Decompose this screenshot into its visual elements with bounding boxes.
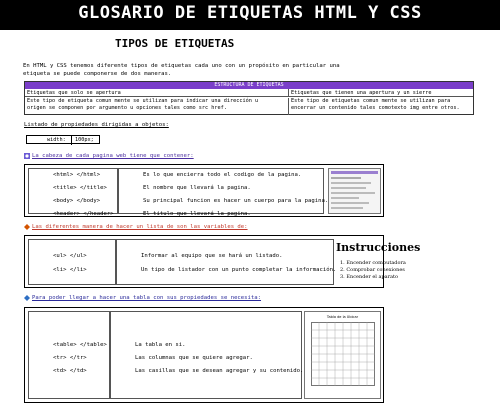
grid-table-image xyxy=(311,322,375,386)
head-tag-title: <title> </title> xyxy=(53,185,107,191)
table-desc-column: La tabla en si. Las columnas que se quie… xyxy=(110,311,304,399)
width-divider xyxy=(71,136,72,145)
structure-table-titles: Etiquetas que solo se apertura Etiquetas… xyxy=(25,89,473,97)
col2-desc: Este tipo de etiquetas comun mente se ut… xyxy=(289,98,473,115)
instruction-item-1: 1. Encender computadora xyxy=(340,260,406,266)
diamond-icon xyxy=(24,224,30,230)
table-thumb-caption: Tabla de la Ubicar xyxy=(326,315,359,319)
intro-line-1: En HTML y CSS tenemos diferente tipos de… xyxy=(23,63,340,69)
col2-desc-line-1: Este tipo de etiquetas comun mente se ut… xyxy=(291,98,451,104)
intro-line-2: etiqueta se puede componerse de dos mane… xyxy=(23,71,172,77)
instruction-item-2: 2. Comprobar conexiones xyxy=(340,267,405,273)
col1-desc-line-1: Este tipo de etiqueta comun mente se uti… xyxy=(27,98,259,104)
head-table: <html> </html> <title> </title> <body> <… xyxy=(24,164,384,217)
head-tag-body: <body> </body> xyxy=(53,198,101,204)
diamond-icon xyxy=(24,295,30,301)
list-tag-li: <li> </li> xyxy=(53,267,87,273)
head-desc-title: El nombre que llevará la pagina. xyxy=(143,185,251,191)
page-header: GLOSARIO DE ETIQUETAS HTML Y CSS xyxy=(0,0,500,30)
table-link[interactable]: Para poder llegar a hacer una tabla con … xyxy=(32,295,261,301)
table-props-table: <table> </table> <tr> </tr> <td> </td> L… xyxy=(24,307,384,403)
col1-desc: Este tipo de etiqueta comun mente se uti… xyxy=(25,98,289,115)
head-desc-html: Es lo que encierra todo el codigo de la … xyxy=(143,172,302,178)
table-tag-td: <td> </td> xyxy=(53,368,87,374)
instruction-item-3: 3. Encender el aparato xyxy=(340,274,399,280)
col1-desc-line-2: origen se componen por argumento u opcio… xyxy=(27,105,227,111)
section-title: TIPOS DE ETIQUETAS xyxy=(115,37,235,50)
instructions-panel: Instrucciones 1. Encender computadora 2.… xyxy=(336,238,420,286)
list-table: <ul> </ul> <li> </li> Informar al equipo… xyxy=(24,235,420,288)
head-desc-column: Es lo que encierra todo el codigo de la … xyxy=(118,168,328,217)
head-preview-thumbnail xyxy=(328,168,381,214)
table-desc-tr: Las columnas que se quiere agregar. xyxy=(135,355,253,361)
table-preview-thumbnail: Tabla de la Ubicar xyxy=(304,311,381,399)
table-tags-column: <table> </table> <tr> </tr> <td> </td> xyxy=(28,311,110,399)
col1-title: Etiquetas que solo se apertura xyxy=(25,89,289,97)
page-title: GLOSARIO DE ETIQUETAS HTML Y CSS xyxy=(78,3,422,23)
head-desc-header: El titulo que llevará la pagina. xyxy=(143,211,251,217)
list-desc-li: Un tipo de listador con un punto complet… xyxy=(141,267,337,273)
width-label: width: xyxy=(47,137,66,143)
head-tag-header: <header> </header> xyxy=(53,211,114,217)
table-tag-table: <table> </table> xyxy=(53,342,107,348)
width-example: width: 100px; xyxy=(26,135,100,145)
table-tag-tr: <tr> </tr> xyxy=(53,355,87,361)
structure-table-header: ESTRUCTURA DE ETIQUETAS xyxy=(25,82,473,89)
list-link[interactable]: Las diferentes manera de hacer un lista … xyxy=(32,224,248,230)
col2-title: Etiquetas que tienen una apertura y un s… xyxy=(289,89,473,97)
head-tags-column: <html> </html> <title> </title> <body> <… xyxy=(28,168,118,217)
head-tag-html: <html> </html> xyxy=(53,172,101,178)
head-link[interactable]: La cabeza de cada pagina web tiene que c… xyxy=(32,153,194,159)
col2-desc-line-2: encerrar un contenido tales comotexto im… xyxy=(291,105,460,111)
instructions-title: Instrucciones xyxy=(336,241,421,254)
width-value: 100px; xyxy=(75,137,94,143)
list-tags-column: <ul> </ul> <li> </li> xyxy=(28,239,116,285)
list-desc-ul: Informar al equipo que se hará un listad… xyxy=(141,253,283,259)
intro-text: En HTML y CSS tenemos diferente tipos de… xyxy=(23,62,423,78)
table-desc-table: La tabla en si. xyxy=(135,342,186,348)
gear-icon xyxy=(24,153,30,159)
head-desc-body: Su principal funcion es hacer un cuerpo … xyxy=(143,198,329,204)
list-tag-ul: <ul> </ul> xyxy=(53,253,87,259)
properties-link[interactable]: Listado de propiedades dirigidas a objet… xyxy=(24,122,169,128)
structure-table: ESTRUCTURA DE ETIQUETAS Etiquetas que so… xyxy=(24,81,474,115)
table-desc-td: Las casillas que se desean agregar y su … xyxy=(135,368,304,374)
list-desc-column: Informar al equipo que se hará un listad… xyxy=(116,239,337,285)
